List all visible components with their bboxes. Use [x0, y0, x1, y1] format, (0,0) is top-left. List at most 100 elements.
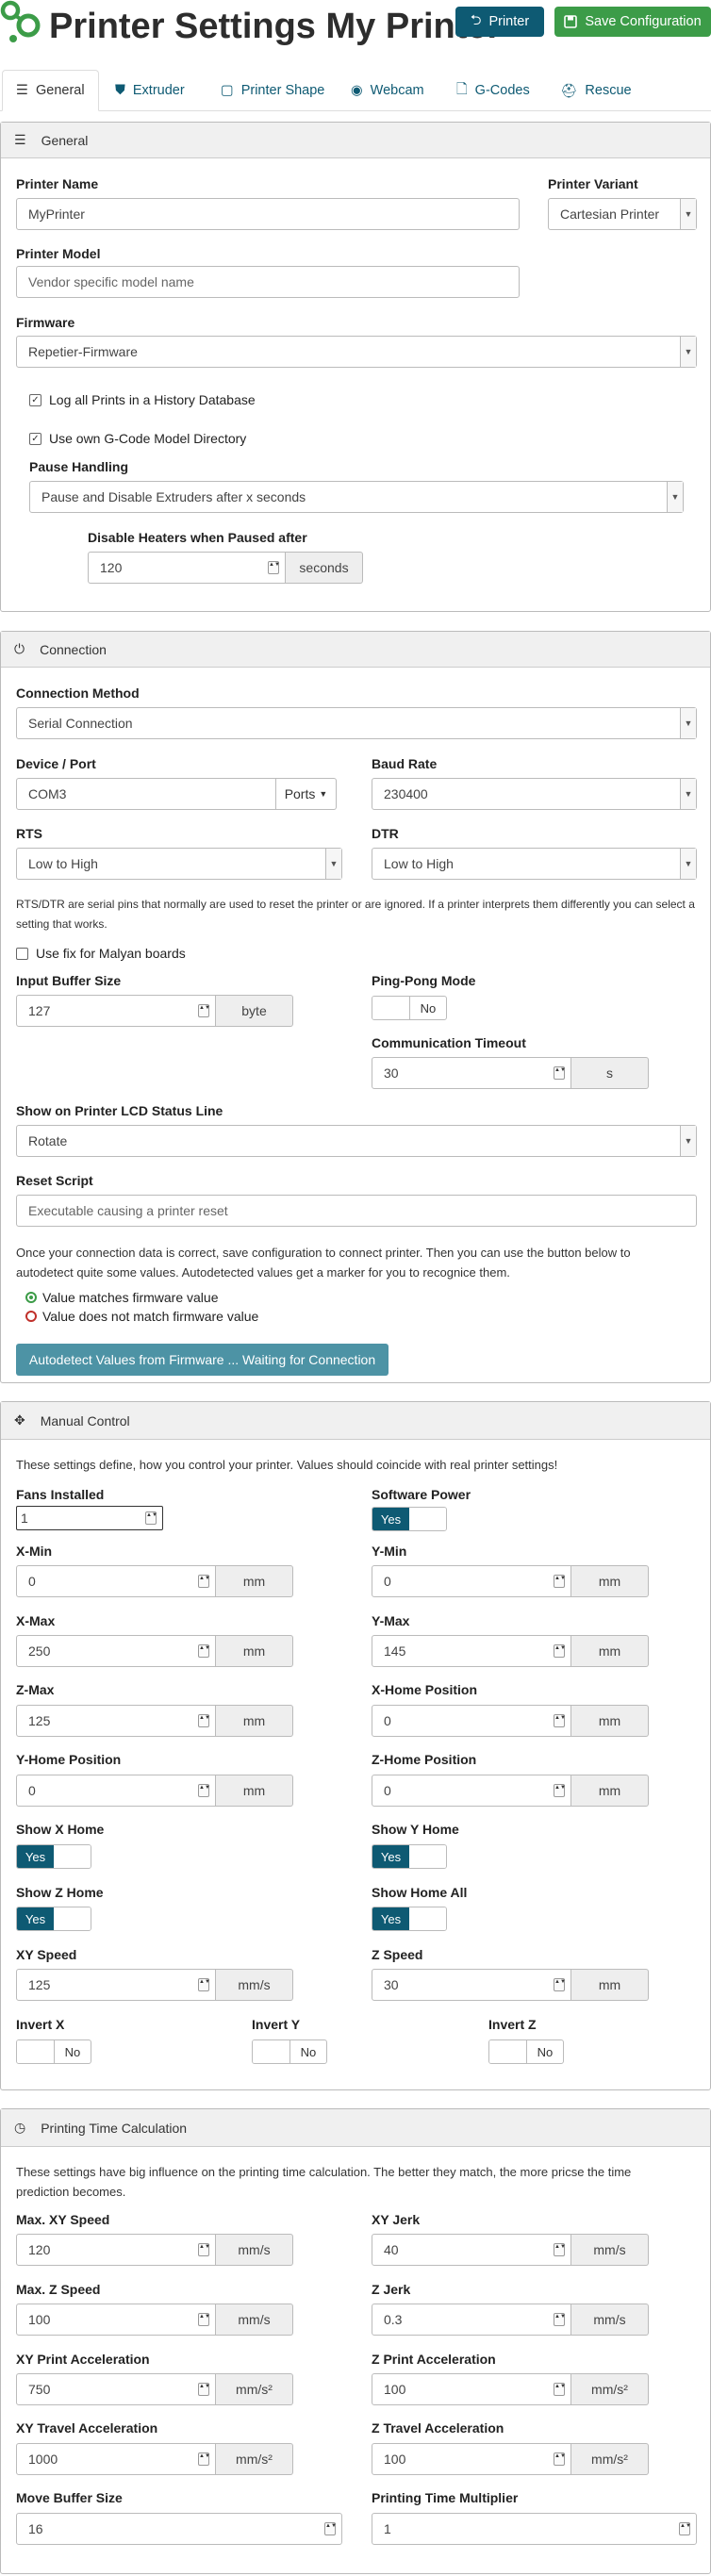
log-prints-checkbox[interactable]: ✓ Log all Prints in a History Database — [29, 392, 256, 407]
xy-print-acceleration-label: XY Print Acceleration — [16, 2352, 150, 2367]
z-jerk-input[interactable]: 0.3 ▲▼ mm/s — [372, 2304, 649, 2336]
connection-method-select[interactable]: Serial Connection ▼ — [16, 707, 697, 739]
move-buffer-size-input[interactable]: 16 ▲▼ — [16, 2513, 342, 2545]
xy-travel-acceleration-input[interactable]: 1000 ▲▼ mm/s² — [16, 2443, 293, 2475]
autodetect-button[interactable]: Autodetect Values from Firmware ... Wait… — [16, 1344, 389, 1376]
firmware-select[interactable]: Repetier-Firmware ▼ — [16, 336, 697, 368]
spinner-icon[interactable]: ▲▼ — [198, 2452, 210, 2466]
spinner-icon[interactable]: ▲▼ — [198, 1575, 210, 1588]
tab-extruder[interactable]: ⛊ Extruder — [115, 70, 185, 111]
spinner-icon[interactable]: ▲▼ — [198, 1978, 210, 1991]
max-z-speed-input[interactable]: 100 ▲▼ mm/s — [16, 2304, 293, 2336]
spinner-icon[interactable]: ▲▼ — [554, 2313, 566, 2326]
spinner-icon[interactable]: ▲▼ — [554, 1575, 566, 1588]
software-power-toggle[interactable]: Yes — [372, 1507, 447, 1531]
rts-select[interactable]: Low to High ▼ — [16, 848, 342, 880]
spinner-icon[interactable]: ▲▼ — [554, 1784, 566, 1797]
spinner-icon[interactable]: ▲▼ — [198, 2313, 210, 2326]
xy-speed-input[interactable]: 125 ▲▼ mm/s — [16, 1969, 293, 2001]
spinner-icon[interactable]: ▲▼ — [268, 561, 280, 574]
dtr-select[interactable]: Low to High ▼ — [372, 848, 697, 880]
tab-printer-shape[interactable]: ▢ Printer Shape — [221, 70, 324, 111]
y-home-position-input[interactable]: 0 ▲▼ mm — [16, 1775, 293, 1807]
spinner-icon[interactable]: ▲▼ — [198, 1644, 210, 1658]
spinner-icon[interactable]: ▲▼ — [198, 2243, 210, 2256]
invert-x-toggle[interactable]: No — [16, 2039, 91, 2064]
y-max-label: Y-Max — [372, 1613, 410, 1628]
spinner-icon[interactable]: ▲▼ — [554, 2383, 566, 2396]
printer-button[interactable]: ⮌ Printer — [455, 7, 544, 37]
lcd-status-select[interactable]: Rotate ▼ — [16, 1125, 697, 1157]
z-print-acceleration-label: Z Print Acceleration — [372, 2352, 496, 2367]
spinner-icon[interactable]: ▲▼ — [679, 2522, 691, 2535]
printer-variant-label: Printer Variant — [548, 176, 638, 191]
communication-timeout-input[interactable]: 30 ▲▼ s — [372, 1057, 649, 1089]
tab-g-codes[interactable]: 🗋 G-Codes — [456, 70, 530, 111]
show-home-all-toggle[interactable]: Yes — [372, 1907, 447, 1931]
spinner-icon[interactable]: ▲▼ — [198, 1784, 210, 1797]
x-max-input[interactable]: 250 ▲▼ mm — [16, 1635, 293, 1667]
tab-rescue[interactable]: ⛑ Rescue — [560, 70, 632, 111]
save-configuration-button[interactable]: Save Configuration — [554, 7, 711, 37]
xy-print-acceleration-input[interactable]: 750 ▲▼ mm/s² — [16, 2373, 293, 2405]
x-min-input[interactable]: 0 ▲▼ mm — [16, 1565, 293, 1597]
fans-installed-input[interactable]: 1 ▲▼ — [16, 1506, 163, 1530]
z-travel-acceleration-input[interactable]: 100 ▲▼ mm/s² — [372, 2443, 649, 2475]
pause-handling-select[interactable]: Pause and Disable Extruders after x seco… — [29, 481, 684, 513]
spinner-icon[interactable]: ▲▼ — [324, 2522, 337, 2535]
spinner-icon[interactable]: ▲▼ — [554, 1714, 566, 1727]
z-max-input[interactable]: 125 ▲▼ mm — [16, 1705, 293, 1737]
tab-webcam[interactable]: ◉ Webcam — [351, 70, 424, 111]
baud-rate-select[interactable]: 230400 ▼ — [372, 778, 697, 810]
spinner-icon[interactable]: ▲▼ — [145, 1511, 157, 1525]
z-home-position-input[interactable]: 0 ▲▼ mm — [372, 1775, 649, 1807]
z-home-position-label: Z-Home Position — [372, 1752, 477, 1767]
green-circle-icon — [25, 1292, 37, 1303]
xy-speed-label: XY Speed — [16, 1947, 77, 1962]
baud-rate-label: Baud Rate — [372, 756, 438, 771]
y-max-input[interactable]: 145 ▲▼ mm — [372, 1635, 649, 1667]
z-print-acceleration-input[interactable]: 100 ▲▼ mm/s² — [372, 2373, 649, 2405]
spinner-icon[interactable]: ▲▼ — [554, 2243, 566, 2256]
rts-dtr-note: RTS/DTR are serial pins that normally ar… — [16, 898, 695, 931]
show-x-home-toggle[interactable]: Yes — [16, 1844, 91, 1869]
ports-dropdown-button[interactable]: Ports ▼ — [276, 778, 337, 810]
device-port-input[interactable]: COM3 — [16, 778, 276, 810]
spinner-icon[interactable]: ▲▼ — [198, 2383, 210, 2396]
printer-name-input[interactable]: MyPrinter — [16, 198, 520, 230]
max-xy-speed-input[interactable]: 120 ▲▼ mm/s — [16, 2234, 293, 2266]
input-buffer-input[interactable]: 127 ▲▼ byte — [16, 995, 293, 1027]
show-y-home-toggle[interactable]: Yes — [372, 1844, 447, 1869]
checkmark-icon: ✓ — [29, 393, 41, 406]
spinner-icon[interactable]: ▲▼ — [198, 1714, 210, 1727]
show-x-home-label: Show X Home — [16, 1822, 105, 1837]
reset-script-input[interactable]: Executable causing a printer reset — [16, 1195, 697, 1227]
spinner-icon[interactable]: ▲▼ — [554, 2452, 566, 2466]
firmware-label: Firmware — [16, 315, 75, 330]
spinner-icon[interactable]: ▲▼ — [554, 1066, 566, 1080]
y-min-input[interactable]: 0 ▲▼ mm — [372, 1565, 649, 1597]
spinner-icon[interactable]: ▲▼ — [198, 1004, 210, 1017]
z-speed-input[interactable]: 30 ▲▼ mm — [372, 1969, 649, 2001]
x-home-position-input[interactable]: 0 ▲▼ mm — [372, 1705, 649, 1737]
spinner-icon[interactable]: ▲▼ — [554, 1644, 566, 1658]
xy-jerk-input[interactable]: 40 ▲▼ mm/s — [372, 2234, 649, 2266]
printer-variant-select[interactable]: Cartesian Printer ▼ — [548, 198, 697, 230]
printing-time-multiplier-input[interactable]: 1 ▲▼ — [372, 2513, 697, 2545]
own-gcode-checkbox[interactable]: ✓ Use own G-Code Model Directory — [29, 431, 246, 446]
malyan-fix-checkbox[interactable]: Use fix for Malyan boards — [16, 946, 186, 961]
extruder-icon: ⛊ — [115, 83, 125, 98]
move-buffer-size-label: Move Buffer Size — [16, 2490, 123, 2505]
show-z-home-toggle[interactable]: Yes — [16, 1907, 91, 1931]
disable-heaters-input[interactable]: 120 ▲▼ seconds — [88, 552, 363, 584]
dtr-label: DTR — [372, 826, 399, 841]
invert-y-toggle[interactable]: No — [252, 2039, 327, 2064]
ping-pong-toggle[interactable]: No — [372, 996, 447, 1020]
tab-general[interactable]: ☰ General — [2, 70, 99, 111]
z-jerk-label: Z Jerk — [372, 2282, 411, 2297]
spinner-icon[interactable]: ▲▼ — [554, 1978, 566, 1991]
xy-jerk-label: XY Jerk — [372, 2212, 421, 2227]
printer-model-input[interactable]: Vendor specific model name — [16, 266, 520, 298]
invert-z-label: Invert Z — [488, 2017, 537, 2032]
invert-z-toggle[interactable]: No — [488, 2039, 564, 2064]
